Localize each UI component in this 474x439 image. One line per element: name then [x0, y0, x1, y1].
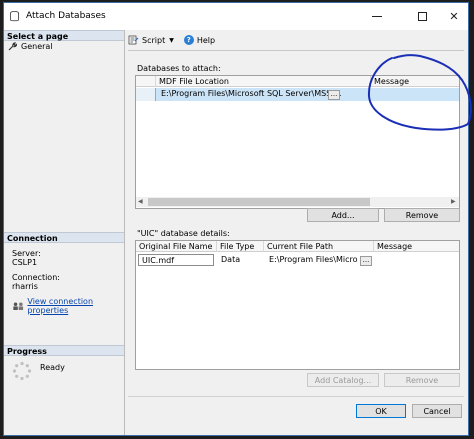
select-page-header: Select a page — [4, 30, 124, 41]
column-header-current-file-path[interactable]: Current File Path — [264, 241, 374, 252]
remove-file-button[interactable]: Remove — [384, 373, 460, 387]
details-grid-header: Original File Name File Type Current Fil… — [136, 241, 459, 252]
databases-grid-hscrollbar[interactable]: ◀ ▶ — [136, 197, 459, 207]
mdf-location-cell[interactable]: E:\Program Files\Microsoft SQL Server\MS… — [158, 88, 341, 100]
scrollbar-thumb[interactable] — [148, 198, 370, 206]
wrench-icon — [8, 42, 17, 51]
browse-mdf-button[interactable]: ... — [328, 90, 340, 100]
file-type-cell: Data — [221, 255, 241, 264]
page-item-label: General — [21, 42, 53, 51]
details-grid[interactable]: Original File Name File Type Current Fil… — [135, 240, 460, 370]
scroll-left-icon[interactable]: ◀ — [138, 198, 143, 205]
current-file-path-cell[interactable]: E:\Program Files\Micros... — [266, 254, 358, 266]
column-header-details-message[interactable]: Message — [374, 241, 459, 252]
footer-divider — [128, 396, 464, 397]
scroll-right-icon[interactable]: ▶ — [451, 198, 456, 205]
progress-header: Progress — [4, 345, 124, 356]
toolbar-divider — [128, 50, 464, 51]
table-row[interactable]: E:\Program Files\Microsoft SQL Server\MS… — [136, 88, 459, 101]
maximize-button[interactable] — [404, 3, 440, 30]
help-label: Help — [196, 35, 216, 45]
page-item-general[interactable]: General — [8, 42, 53, 51]
view-connection-properties-link[interactable]: View connection properties — [12, 297, 124, 315]
remove-database-button[interactable]: Remove — [384, 208, 460, 222]
connection-header: Connection — [4, 232, 124, 243]
databases-to-attach-label: Databases to attach: — [137, 64, 221, 73]
connection-value: rharris — [12, 282, 38, 291]
ok-button[interactable]: OK — [356, 404, 406, 418]
column-header-file-type[interactable]: File Type — [217, 241, 264, 252]
maximize-icon — [417, 12, 427, 21]
title-bar: Attach Databases ✕ — [4, 3, 468, 30]
minimize-icon — [372, 16, 382, 17]
server-label: Server: — [12, 249, 41, 258]
connection-label: Connection: — [12, 273, 60, 282]
add-database-button[interactable]: Add... — [307, 208, 379, 222]
add-catalog-button[interactable]: Add Catalog... — [307, 373, 379, 387]
view-connection-link-text[interactable]: View connection properties — [27, 297, 124, 315]
cancel-button[interactable]: Cancel — [412, 404, 462, 418]
column-header-original-file-name[interactable]: Original File Name — [136, 241, 217, 252]
table-row[interactable]: UIC.mdf Data E:\Program Files\Micros... … — [136, 253, 459, 267]
row-selector[interactable] — [136, 88, 156, 101]
database-icon — [10, 11, 19, 22]
script-button[interactable]: Script ▼ — [128, 35, 178, 45]
close-button[interactable]: ✕ — [440, 3, 468, 30]
script-icon — [128, 35, 139, 45]
minimize-button[interactable] — [359, 3, 395, 30]
original-file-name-cell[interactable]: UIC.mdf — [138, 254, 214, 266]
help-button[interactable]: ? Help — [183, 35, 216, 45]
database-details-label: "UIC" database details: — [137, 229, 230, 238]
left-pane: Select a page General Connection Server:… — [4, 30, 125, 435]
window-title: Attach Databases — [26, 11, 106, 21]
toolbar: Script ▼ ? Help — [128, 33, 221, 47]
connection-people-icon — [13, 302, 24, 310]
row-header-cell — [136, 76, 156, 87]
browse-file-path-button[interactable]: ... — [360, 256, 372, 266]
databases-grid[interactable]: MDF File Location Message E:\Program Fil… — [135, 75, 460, 209]
attach-databases-dialog: Attach Databases ✕ Select a page General… — [3, 2, 469, 436]
column-header-mdf-location[interactable]: MDF File Location — [156, 76, 371, 87]
progress-status: Ready — [40, 363, 65, 372]
databases-grid-header: MDF File Location Message — [136, 76, 459, 87]
progress-spinner-icon — [12, 361, 32, 381]
column-header-message[interactable]: Message — [371, 76, 459, 87]
script-label: Script — [142, 35, 166, 45]
close-icon: ✕ — [449, 10, 459, 23]
chevron-down-icon[interactable]: ▼ — [169, 37, 174, 44]
server-value: CSLP1 — [12, 258, 38, 267]
help-icon: ? — [183, 35, 194, 45]
